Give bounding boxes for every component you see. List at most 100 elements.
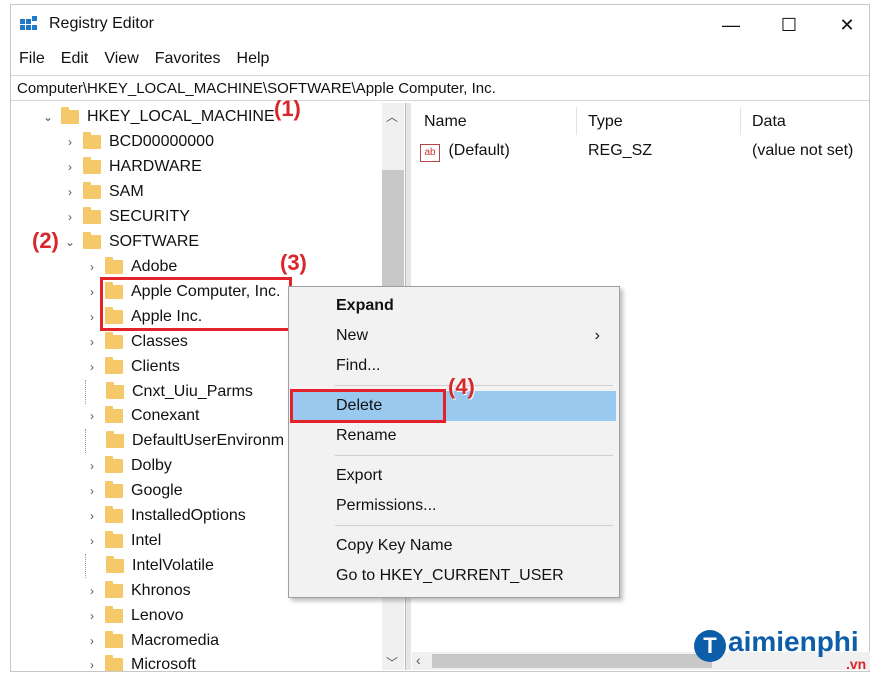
collapsed-chevron-icon[interactable]: ›	[63, 135, 77, 149]
collapsed-chevron-icon[interactable]: ›	[85, 260, 99, 274]
ctx-new-label: New	[336, 327, 369, 344]
tree-node-label: DefaultUserEnvironm	[132, 432, 285, 450]
column-name[interactable]: Name	[424, 113, 467, 131]
column-type[interactable]: Type	[588, 113, 623, 131]
tree-node-label: Macromedia	[131, 631, 220, 649]
tree-node-software-child[interactable]: › Macromedia	[85, 629, 219, 653]
folder-icon	[105, 406, 123, 424]
tree-node-software-child[interactable]: › InstalledOptions	[85, 504, 246, 528]
menu-bar: File Edit View Favorites Help	[11, 46, 277, 72]
menu-help[interactable]: Help	[229, 46, 278, 72]
folder-icon	[106, 555, 124, 573]
scroll-left-icon[interactable]: ‹	[416, 652, 421, 668]
value-data: (value not set)	[752, 142, 854, 159]
menu-edit[interactable]: Edit	[53, 46, 97, 72]
maximize-button[interactable]: ☐	[763, 5, 815, 45]
tree-node-software-child[interactable]: › Google	[85, 479, 183, 503]
folder-icon	[105, 481, 123, 499]
collapsed-chevron-icon[interactable]: ›	[85, 509, 99, 523]
tree-node-software-child[interactable]: Cnxt_Uiu_Parms	[85, 379, 253, 404]
tree-node-software-child[interactable]: › Lenovo	[85, 604, 184, 628]
collapsed-chevron-icon[interactable]: ›	[85, 285, 99, 299]
list-hscrollbar-thumb[interactable]	[432, 654, 712, 668]
ctx-expand[interactable]: Expand	[290, 291, 616, 321]
column-data[interactable]: Data	[752, 113, 786, 131]
tree-node-level1[interactable]: › SECURITY	[63, 205, 190, 229]
ctx-rename[interactable]: Rename	[290, 421, 616, 451]
folder-icon	[106, 381, 124, 399]
close-button[interactable]: ✕	[821, 5, 870, 45]
column-divider[interactable]	[576, 107, 577, 135]
collapsed-chevron-icon[interactable]: ›	[85, 459, 99, 473]
scroll-up-icon[interactable]: ︿	[386, 108, 398, 125]
tree-node-software-child[interactable]: › Classes	[85, 330, 188, 354]
collapsed-chevron-icon[interactable]: ›	[85, 335, 99, 349]
value-row[interactable]: ab (Default) REG_SZ (value not set)	[420, 142, 860, 164]
menu-favorites[interactable]: Favorites	[147, 46, 229, 72]
watermark-logo-icon: T	[694, 630, 726, 662]
minimize-button[interactable]: —	[705, 5, 757, 45]
expanded-chevron-icon[interactable]: ⌄	[63, 235, 77, 249]
value-name: (Default)	[448, 142, 510, 159]
ctx-goto-hkcu[interactable]: Go to HKEY_CURRENT_USER	[290, 561, 616, 591]
tree-node-level1[interactable]: › SAM	[63, 180, 144, 204]
tree-node-software-child[interactable]: › Dolby	[85, 454, 172, 478]
collapsed-chevron-icon[interactable]: ›	[63, 185, 77, 199]
collapsed-chevron-icon[interactable]: ›	[85, 310, 99, 324]
annotation-box-3	[100, 277, 292, 331]
tree-connector[interactable]	[85, 553, 100, 578]
collapsed-chevron-icon[interactable]: ›	[85, 360, 99, 374]
tree-node-label: BCD00000000	[109, 133, 214, 150]
tree-node-software-child[interactable]: IntelVolatile	[85, 553, 214, 578]
collapsed-chevron-icon[interactable]: ›	[85, 584, 99, 598]
tree-node-level1[interactable]: ⌄ SOFTWARE	[63, 230, 199, 254]
folder-icon	[106, 431, 124, 449]
string-value-icon: ab	[420, 144, 440, 162]
ctx-separator	[335, 455, 613, 456]
tree-node-label: SAM	[109, 183, 144, 200]
title-bar: Registry Editor — ☐ ✕	[11, 5, 869, 45]
collapsed-chevron-icon[interactable]: ›	[63, 160, 77, 174]
tree-connector[interactable]	[85, 429, 100, 454]
ctx-separator	[335, 525, 613, 526]
list-header: Name Type Data	[412, 103, 870, 139]
collapsed-chevron-icon[interactable]: ›	[85, 658, 99, 671]
tree-connector[interactable]	[85, 379, 100, 404]
registry-editor-icon	[20, 16, 37, 30]
folder-icon	[105, 257, 123, 274]
folder-icon	[105, 331, 123, 349]
annotation-2: (2)	[32, 228, 59, 253]
collapsed-chevron-icon[interactable]: ›	[85, 409, 99, 423]
tree-node-software-child[interactable]: › Conexant	[85, 404, 200, 428]
tree-node-software-child[interactable]: › Adobe	[85, 255, 177, 279]
collapsed-chevron-icon[interactable]: ›	[85, 484, 99, 498]
tree-node-software-child[interactable]: › Khronos	[85, 579, 191, 603]
collapsed-chevron-icon[interactable]: ›	[85, 609, 99, 623]
tree-node-software-child[interactable]: › Microsoft	[85, 653, 196, 671]
ctx-new[interactable]: New ›	[290, 321, 616, 351]
scroll-down-icon[interactable]: ﹀	[386, 654, 398, 671]
column-divider[interactable]	[740, 107, 741, 135]
tree-node-label: Khronos	[131, 581, 191, 599]
collapsed-chevron-icon[interactable]: ›	[85, 534, 99, 548]
tree-node-software-child[interactable]: DefaultUserEnvironm	[85, 429, 285, 454]
collapsed-chevron-icon[interactable]: ›	[63, 210, 77, 224]
tree-node-software-child[interactable]: › Clients	[85, 355, 180, 379]
value-type: REG_SZ	[588, 142, 653, 159]
tree-node-software-child[interactable]: › Intel	[85, 529, 161, 553]
tree-node-level1[interactable]: › HARDWARE	[63, 155, 202, 179]
tree-node-label: InstalledOptions	[131, 507, 246, 524]
tree-node-level1[interactable]: › BCD00000000	[63, 130, 214, 154]
folder-icon	[105, 630, 123, 648]
menu-file[interactable]: File	[11, 46, 53, 72]
menu-view[interactable]: View	[96, 46, 146, 72]
tree-node-hklm[interactable]: ⌄ HKEY_LOCAL_MACHINE	[41, 105, 275, 129]
collapsed-chevron-icon[interactable]: ›	[85, 634, 99, 648]
ctx-copy-key-name[interactable]: Copy Key Name	[290, 531, 616, 561]
ctx-export[interactable]: Export	[290, 461, 616, 491]
folder-icon	[83, 182, 101, 199]
ctx-permissions[interactable]: Permissions...	[290, 491, 616, 521]
expanded-chevron-icon[interactable]: ⌄	[41, 110, 55, 124]
address-bar[interactable]: Computer\HKEY_LOCAL_MACHINE\SOFTWARE\App…	[11, 75, 869, 101]
folder-icon	[105, 655, 123, 671]
